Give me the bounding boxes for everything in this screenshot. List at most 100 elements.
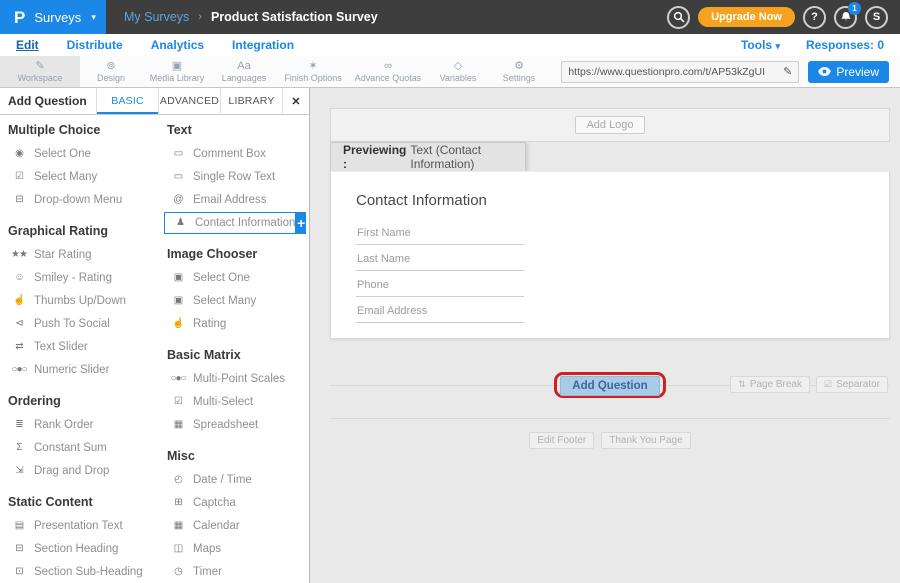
question-type-text-slider[interactable]: ⇄Text Slider <box>0 335 159 358</box>
product-switcher-menu[interactable]: P Surveys ▾ <box>0 0 106 34</box>
question-type-single-row-text[interactable]: ▭Single Row Text <box>159 165 309 188</box>
toolbar-settings-button[interactable]: ⚙ Settings <box>490 56 548 87</box>
image-tiles-icon: ▣ <box>167 295 189 306</box>
question-type-label: Comment Box <box>193 148 266 160</box>
separator-button[interactable]: ☑ Separator <box>816 376 888 393</box>
question-type-label: Numeric Slider <box>34 364 109 376</box>
toolbar-workspace-label: Workspace <box>18 73 63 83</box>
question-type-section-sub-heading[interactable]: ⊡Section Sub-Heading <box>0 560 159 583</box>
tab-library[interactable]: LIBRARY <box>220 88 282 114</box>
question-type-label: Date / Time <box>193 474 252 486</box>
section-header: Text <box>159 123 309 138</box>
question-type-rank-order[interactable]: ≣Rank Order <box>0 413 159 436</box>
question-type-presentation-text[interactable]: ▤Presentation Text <box>0 514 159 537</box>
captcha-box-icon: ⊞ <box>167 497 189 508</box>
tab-basic[interactable]: BASIC <box>96 88 158 114</box>
toolbar-finish-options-button[interactable]: ✶ Finish Options <box>276 56 350 87</box>
translate-icon: Aa <box>237 60 250 72</box>
section-text: Text ▭Comment Box ▭Single Row Text @Emai… <box>159 123 309 234</box>
question-type-comment-box[interactable]: ▭Comment Box <box>159 142 309 165</box>
nav-tab-analytics[interactable]: Analytics <box>151 38 204 52</box>
add-contact-information-button[interactable]: + <box>296 212 306 234</box>
toolbar-finish-options-label: Finish Options <box>284 73 342 83</box>
page-controls: ⇅ Page Break ☑ Separator <box>730 376 888 393</box>
question-type-timer[interactable]: ◷Timer <box>159 560 309 583</box>
breadcrumb-my-surveys-link[interactable]: My Surveys <box>124 10 189 24</box>
section-static-content: Static Content ▤Presentation Text ⊟Secti… <box>0 495 159 583</box>
question-type-image-select-many[interactable]: ▣Select Many <box>159 289 309 312</box>
toolbar-languages-button[interactable]: Aa Languages <box>212 56 276 87</box>
survey-url-input[interactable] <box>568 66 779 78</box>
last-name-field <box>356 250 889 271</box>
question-type-dropdown-menu[interactable]: ⊟Drop-down Menu <box>0 188 159 211</box>
question-type-label: Email Address <box>193 194 267 206</box>
question-type-push-to-social[interactable]: ⊲Push To Social <box>0 312 159 335</box>
account-avatar[interactable]: S <box>865 6 888 29</box>
question-type-date-time[interactable]: ◴ Date / Time <box>159 468 309 491</box>
tools-menu[interactable]: Tools ▾ <box>741 38 780 52</box>
question-type-select-one[interactable]: ◉Select One <box>0 142 159 165</box>
question-type-label: Section Heading <box>34 543 118 555</box>
edit-footer-button[interactable]: Edit Footer <box>529 432 594 449</box>
topbar-actions: Upgrade Now ? 1 S <box>667 6 900 29</box>
question-type-label: Select One <box>34 148 91 160</box>
nav-right: Tools ▾ Responses: 0 <box>741 38 884 52</box>
upgrade-now-button[interactable]: Upgrade Now <box>698 7 795 27</box>
question-type-email-address[interactable]: @Email Address <box>159 188 309 211</box>
thank-you-page-button[interactable]: Thank You Page <box>601 432 690 449</box>
nav-tab-integration[interactable]: Integration <box>232 38 294 52</box>
question-type-constant-sum[interactable]: ΣConstant Sum <box>0 436 159 459</box>
question-type-star-rating[interactable]: ★★Star Rating <box>0 243 159 266</box>
tab-advanced[interactable]: ADVANCED <box>158 88 220 114</box>
clock-calendar-icon: ◴ <box>167 474 189 485</box>
pencil-list-icon: ✎ <box>35 60 44 72</box>
numbered-list-icon: ≣ <box>8 419 30 430</box>
text-block-icon: ▤ <box>8 520 30 531</box>
question-type-section-heading[interactable]: ⊟Section Heading <box>0 537 159 560</box>
question-type-numeric-slider[interactable]: ○●○Numeric Slider <box>0 358 159 381</box>
question-type-label: Rating <box>193 318 226 330</box>
preview-button[interactable]: Preview <box>808 61 889 83</box>
question-type-multi-select[interactable]: ☑Multi-Select <box>159 390 309 413</box>
question-type-label: Maps <box>193 543 221 555</box>
notifications-button[interactable]: 1 <box>834 6 857 29</box>
page-break-button[interactable]: ⇅ Page Break <box>730 376 810 393</box>
content-area: Add Question BASIC ADVANCED LIBRARY ✕ Mu… <box>0 88 900 583</box>
question-type-drag-and-drop[interactable]: ⇲Drag and Drop <box>0 459 159 482</box>
toolbar-media-library-button[interactable]: ▣ Media Library <box>142 56 212 87</box>
toolbar-variables-button[interactable]: ◇ Variables <box>426 56 490 87</box>
add-question-button[interactable]: Add Question <box>560 376 659 396</box>
question-type-spreadsheet[interactable]: ▦Spreadsheet <box>159 413 309 436</box>
question-type-thumbs-up-down[interactable]: ☝Thumbs Up/Down <box>0 289 159 312</box>
question-type-image-select-one[interactable]: ▣Select One <box>159 266 309 289</box>
question-type-smiley-rating[interactable]: ☺Smiley - Rating <box>0 266 159 289</box>
responses-link[interactable]: Responses: 0 <box>806 38 884 52</box>
question-type-multi-point-scales[interactable]: ○●○Multi-Point Scales <box>159 367 309 390</box>
multi-checkbox-icon: ☑ <box>167 396 189 407</box>
last-name-input[interactable] <box>356 250 524 271</box>
toolbar-workspace-button[interactable]: ✎ Workspace <box>0 56 80 87</box>
phone-input[interactable] <box>356 276 524 297</box>
toolbar-advance-quotas-button[interactable]: ∞ Advance Quotas <box>350 56 426 87</box>
edit-url-pencil-icon[interactable]: ✎ <box>783 65 792 78</box>
page-break-icon: ⇅ <box>738 379 746 390</box>
help-button[interactable]: ? <box>803 6 826 29</box>
nav-tab-edit[interactable]: Edit <box>16 38 39 52</box>
question-type-captcha[interactable]: ⊞Captcha <box>159 491 309 514</box>
nav-tab-distribute[interactable]: Distribute <box>67 38 123 52</box>
question-type-calendar[interactable]: ▦Calendar <box>159 514 309 537</box>
email-address-input[interactable] <box>356 302 524 323</box>
stars-icon: ★★ <box>8 249 30 260</box>
question-type-contact-information-selected[interactable]: ♟Contact Information <box>164 212 296 234</box>
first-name-input[interactable] <box>356 224 524 245</box>
question-type-select-many[interactable]: ☑Select Many <box>0 165 159 188</box>
close-panel-button[interactable]: ✕ <box>282 88 309 114</box>
toolbar-design-button[interactable]: ⊚ Design <box>80 56 142 87</box>
question-type-image-rating[interactable]: ☝Rating <box>159 312 309 335</box>
add-logo-button[interactable]: Add Logo <box>575 116 644 134</box>
tag-icon: ◇ <box>454 60 462 72</box>
search-button[interactable] <box>667 6 690 29</box>
toolbar-variables-label: Variables <box>440 73 477 83</box>
question-type-maps[interactable]: ◫Maps <box>159 537 309 560</box>
slider-icon: ⇄ <box>8 341 30 352</box>
